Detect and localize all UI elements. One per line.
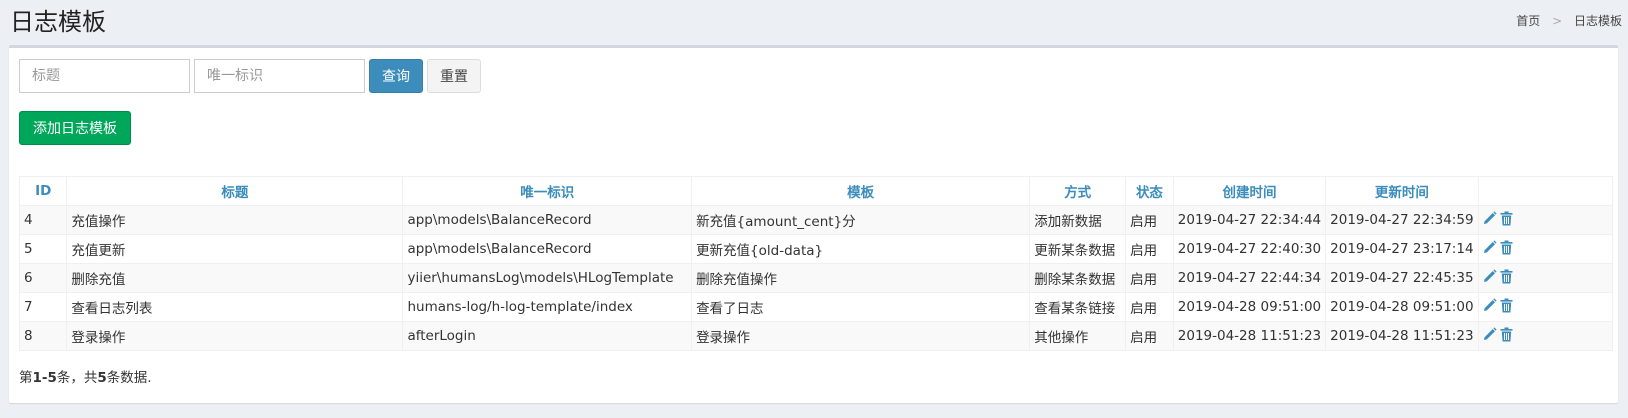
page-title: 日志模板 [10,8,106,36]
table-cell: 启用 [1125,263,1174,293]
table-row: 8 登录操作 afterLogin 登录操作 其他操作 启用 2019-04-28 11:5… [18,321,1614,351]
pencil-icon[interactable] [1483,211,1497,229]
column-header[interactable]: 方式 [1029,176,1127,206]
title-search-input[interactable] [19,59,190,93]
column-header [1477,176,1614,206]
query-button[interactable]: 查询 [369,59,423,93]
table-cell: app\models\BalanceRecord [402,205,693,235]
table-cell: app\models\BalanceRecord [402,234,693,264]
table-cell: 启用 [1125,205,1174,235]
table-cell: yiier\humansLog\models\HLogTemplate [402,263,693,293]
table-cell: 2019-04-28 09:51:00 [1172,292,1327,322]
table-cell: 4 [18,205,68,235]
table-cell: 2019-04-27 22:34:44 [1172,205,1327,235]
table-header-row: ID 标题 唯一标识 模板 方式 状态 创建时间 更新时间 [18,176,1614,206]
table-cell: 充值操作 [66,205,404,235]
column-header[interactable]: 状态 [1125,176,1174,206]
table-cell: 登录操作 [66,321,404,351]
trash-icon[interactable] [1500,211,1513,230]
summary-range: 1-5 [32,370,57,386]
breadcrumb-current: 日志模板 [1573,14,1622,28]
row-actions [1477,234,1614,264]
column-header[interactable]: 模板 [691,176,1031,206]
table-body: 4 充值操作 app\models\BalanceRecord 新充值{amount_… [18,205,1614,351]
row-actions [1477,292,1614,322]
key-search-input[interactable] [194,59,365,93]
table-cell: 查看某条链接 [1029,292,1127,322]
table-cell: humans-log/h-log-template/index [402,292,693,322]
column-header[interactable]: 唯一标识 [402,176,693,206]
summary-total: 5 [97,370,107,386]
table-cell: 6 [18,263,68,293]
table-cell: 启用 [1125,292,1174,322]
page-header: 日志模板 首页 > 日志模板 [0,0,1628,44]
table-cell: 2019-04-27 22:45:35 [1325,263,1479,293]
table-cell: afterLogin [402,321,693,351]
table-row: 6 删除充值 yiier\humansLog\models\HLogTemplate… [18,263,1614,293]
column-header[interactable]: 创建时间 [1172,176,1327,206]
breadcrumb-home[interactable]: 首页 [1516,14,1540,28]
pencil-icon[interactable] [1483,327,1497,345]
table-cell: 充值更新 [66,234,404,264]
table-cell: 删除充值 [66,263,404,293]
table-row: 4 充值操作 app\models\BalanceRecord 新充值{amount_… [18,205,1614,235]
trash-icon[interactable] [1500,269,1513,288]
table-cell: 更新某条数据 [1029,234,1127,264]
table-cell: 启用 [1125,321,1174,351]
pencil-icon[interactable] [1483,269,1497,287]
table-cell: 添加新数据 [1029,205,1127,235]
table-row: 5 充值更新 app\models\BalanceRecord 更新充值{old-da… [18,234,1614,264]
row-actions [1477,321,1614,351]
log-template-table: ID 标题 唯一标识 模板 方式 状态 创建时间 更新时间 4 充值操作 app\models\B… [18,176,1614,351]
table-cell: 7 [18,292,68,322]
column-header[interactable]: 标题 [66,176,404,206]
column-header[interactable]: 更新时间 [1325,176,1479,206]
table-cell: 2019-04-27 22:44:34 [1172,263,1327,293]
table-cell: 删除某条数据 [1029,263,1127,293]
table-cell: 登录操作 [691,321,1031,351]
trash-icon[interactable] [1500,240,1513,259]
table-cell: 2019-04-27 22:40:30 [1172,234,1327,264]
row-actions [1477,263,1614,293]
breadcrumb: 首页 > 日志模板 [1516,12,1622,29]
summary-mid: 条，共 [56,370,98,386]
pagination-summary: 第1-5条，共5条数据. [19,366,152,386]
reset-button[interactable]: 重置 [427,59,481,93]
table-cell: 启用 [1125,234,1174,264]
search-form: 查询 重置 [19,59,481,93]
table-cell: 其他操作 [1029,321,1127,351]
table-cell: 新充值{amount_cent}分 [691,205,1031,235]
column-header[interactable]: ID [18,176,68,206]
table-row: 7 查看日志列表 humans-log/h-log-template/index 查看… [18,292,1614,322]
row-actions [1477,205,1614,235]
table-cell: 删除充值操作 [691,263,1031,293]
table-cell: 查看日志列表 [66,292,404,322]
table-cell: 8 [18,321,68,351]
summary-prefix: 第 [19,370,33,386]
table-cell: 2019-04-28 11:51:23 [1325,321,1479,351]
table-cell: 更新充值{old-data} [691,234,1031,264]
trash-icon[interactable] [1500,298,1513,317]
table-cell: 5 [18,234,68,264]
table-cell: 2019-04-27 23:17:14 [1325,234,1479,264]
add-log-template-button[interactable]: 添加日志模板 [19,111,131,145]
summary-suffix: 条数据. [106,370,152,386]
table-cell: 2019-04-27 22:34:59 [1325,205,1479,235]
content-box: 查询 重置 添加日志模板 ID标题唯一标识模板方式状态创建时间更新时间 4充值操… [9,45,1618,403]
table-cell: 2019-04-28 09:51:00 [1325,292,1479,322]
trash-icon[interactable] [1500,327,1513,346]
pencil-icon[interactable] [1483,298,1497,316]
table-cell: 查看了日志 [691,292,1031,322]
pencil-icon[interactable] [1483,240,1497,258]
breadcrumb-separator: > [1552,14,1563,28]
table-cell: 2019-04-28 11:51:23 [1172,321,1327,351]
